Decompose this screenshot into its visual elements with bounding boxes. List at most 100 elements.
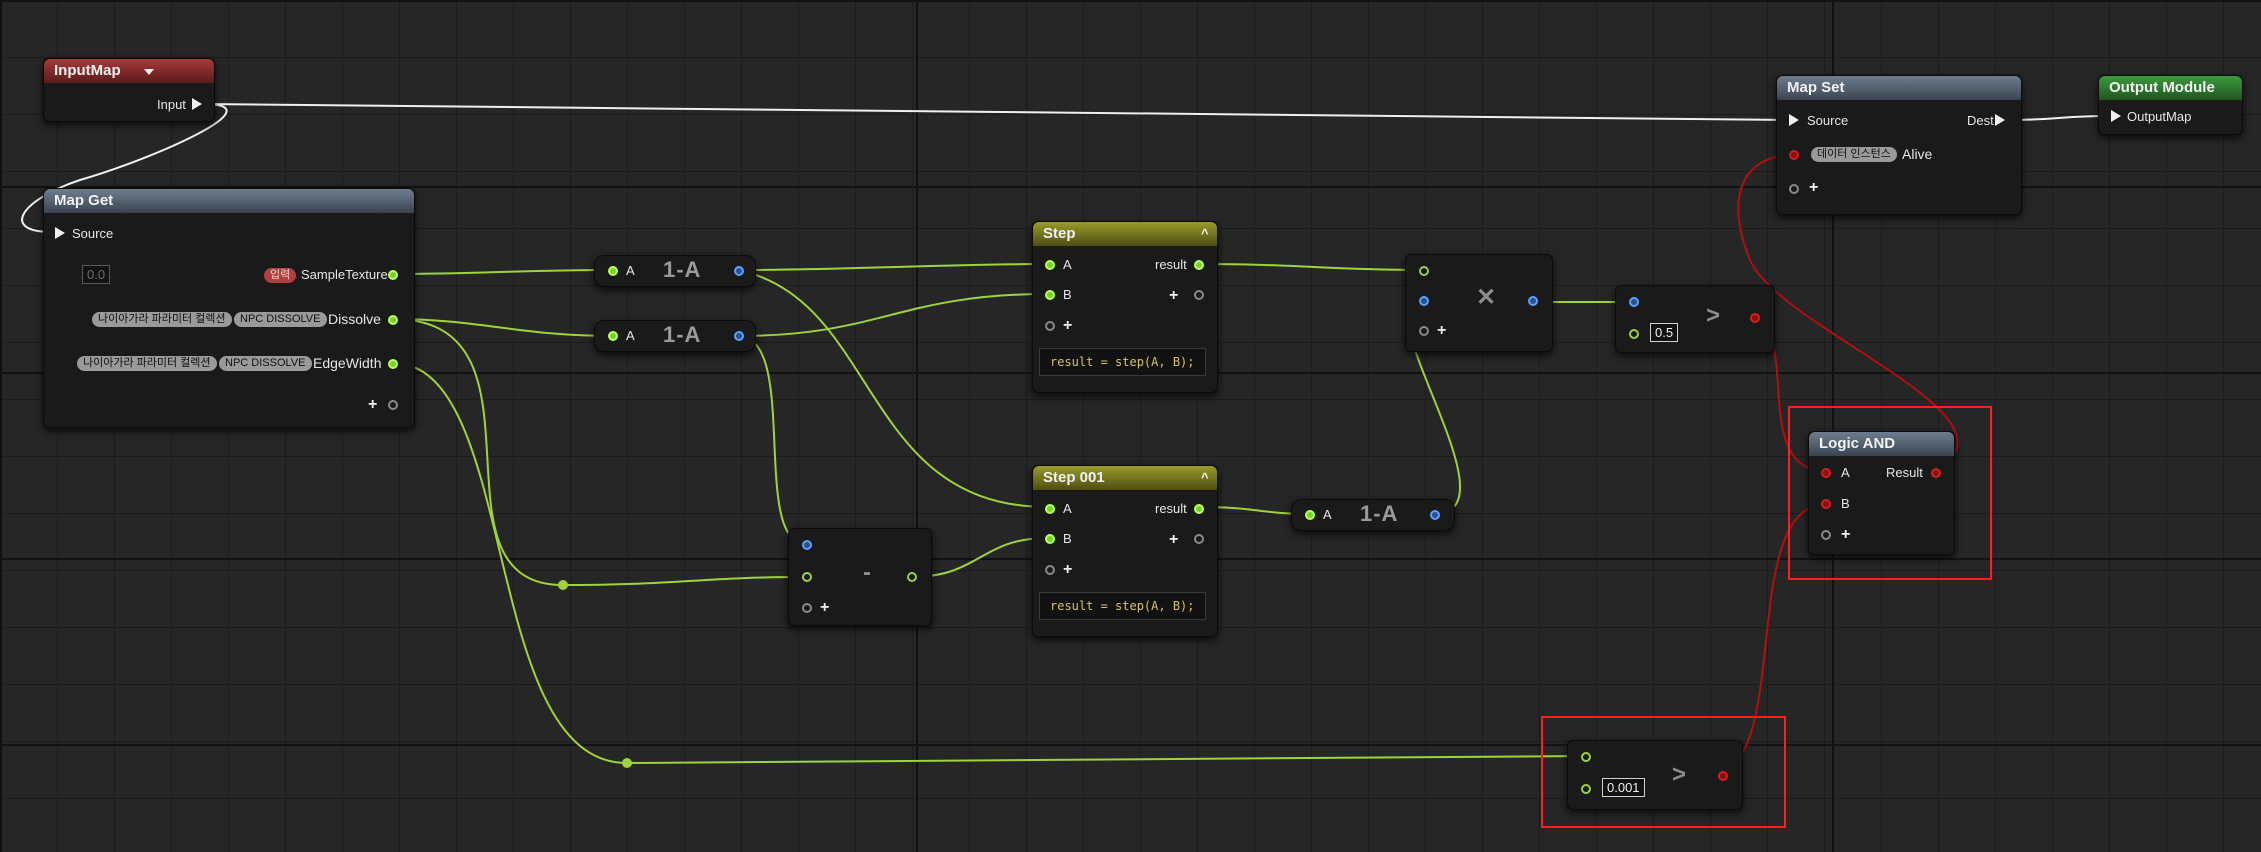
add-output-icon[interactable]: +	[1169, 532, 1178, 548]
out-pin[interactable]	[1430, 510, 1440, 520]
add-input-icon[interactable]: +	[1063, 562, 1072, 578]
add-input-icon[interactable]: +	[1809, 180, 1818, 196]
greater-node-2[interactable]: 0.001 >	[1567, 740, 1743, 810]
add-output-pin[interactable]	[1194, 534, 1204, 544]
wire-sampletexture-to-oneminus1	[392, 269, 613, 275]
step-result-label: result	[1155, 257, 1187, 272]
wire-reroute1-to-subtract	[562, 576, 807, 586]
a-label: A	[1323, 507, 1332, 522]
wire-oneminus1-to-step-a	[737, 263, 1049, 271]
multiply-out-pin[interactable]	[1528, 296, 1538, 306]
dest-label: Dest	[1967, 113, 1994, 128]
mapget-node[interactable]: Map Get Source 0.0 입력 SampleTexture 나이아가…	[43, 188, 415, 428]
greater2-b-in-pin[interactable]	[1581, 784, 1591, 794]
greater1-value-field[interactable]: 0.5	[1650, 323, 1679, 342]
multiply-node[interactable]: ✕ +	[1405, 254, 1553, 352]
add-input-pin[interactable]	[1045, 565, 1055, 575]
multiply-a-in-pin[interactable]	[1419, 296, 1429, 306]
mapset-node[interactable]: Map Set Source Dest 데이터 인스턴스 Alive +	[1776, 75, 2022, 215]
alive-label: Alive	[1902, 146, 1933, 162]
output-module-node[interactable]: Output Module OutputMap	[2098, 75, 2243, 135]
step-node[interactable]: Step ^ A result B + + result = step(A, B…	[1032, 221, 1218, 393]
a-label: A	[626, 328, 635, 343]
add-input-icon[interactable]: +	[1841, 527, 1850, 543]
greater2-value-field[interactable]: 0.001	[1602, 778, 1645, 797]
a-in-pin[interactable]	[608, 266, 618, 276]
step-a-in-pin[interactable]	[1045, 260, 1055, 270]
add-input-pin[interactable]	[1789, 184, 1799, 194]
subtract-out-pin[interactable]	[907, 572, 917, 582]
mapget-title: Map Get	[44, 189, 414, 213]
logic-and-node[interactable]: Logic AND A Result B +	[1808, 431, 1955, 555]
key-value-field[interactable]: 0.0	[82, 265, 111, 284]
source-exec-pin-icon[interactable]	[1789, 114, 1799, 126]
edgewidth-label: EdgeWidth	[313, 355, 382, 371]
greater2-out-pin[interactable]	[1718, 771, 1728, 781]
out-pin[interactable]	[734, 266, 744, 276]
dest-exec-pin-icon[interactable]	[1995, 114, 2005, 126]
add-output-pin[interactable]	[1194, 290, 1204, 300]
subtract-a-in-pin[interactable]	[802, 572, 812, 582]
wire-oneminus1-to-step001-a	[737, 269, 1049, 508]
out-pin[interactable]	[734, 331, 744, 341]
and-result-out-pin[interactable]	[1931, 468, 1941, 478]
subtract-node[interactable]: - +	[788, 528, 932, 626]
add-input-pin[interactable]	[1045, 321, 1055, 331]
outputmap-label: OutputMap	[2127, 109, 2192, 124]
multiply-op: ✕	[1476, 284, 1497, 311]
dissolve-out-pin[interactable]	[388, 315, 398, 325]
add-input-pin[interactable]	[1419, 326, 1429, 336]
inputmap-node[interactable]: InputMap Input	[43, 58, 215, 122]
wire-dissolve-to-reroute1	[392, 318, 564, 586]
one-minus-op: 1-A	[663, 322, 702, 347]
step-b-in-pin[interactable]	[1045, 290, 1055, 300]
a-in-pin[interactable]	[608, 331, 618, 341]
and-result-label: Result	[1886, 465, 1923, 480]
add-input-pin[interactable]	[1821, 530, 1831, 540]
exec-out-pin-icon[interactable]	[192, 98, 202, 110]
step-001-node[interactable]: Step 001 ^ A result B + + result = step(…	[1032, 465, 1218, 637]
add-input-pin[interactable]	[802, 603, 812, 613]
step001-b-label: B	[1063, 531, 1072, 546]
sampletexture-out-pin[interactable]	[388, 270, 398, 280]
outputmap-exec-pin-icon[interactable]	[2111, 110, 2121, 122]
add-pin-out[interactable]	[388, 400, 398, 410]
add-input-icon[interactable]: +	[1437, 323, 1446, 339]
greater1-b-in-pin[interactable]	[1629, 329, 1639, 339]
greater-node-1[interactable]: 0.5 >	[1615, 285, 1775, 353]
step-result-out-pin[interactable]	[1194, 260, 1204, 270]
source-exec-pin-icon[interactable]	[55, 227, 65, 239]
inputmap-title: InputMap	[44, 59, 214, 83]
subtract-top-in-pin[interactable]	[802, 540, 812, 550]
step001-result-out-pin[interactable]	[1194, 504, 1204, 514]
chevron-down-icon[interactable]	[144, 69, 154, 75]
logic-and-title: Logic AND	[1809, 432, 1954, 456]
edgewidth-out-pin[interactable]	[388, 359, 398, 369]
step001-code: result = step(A, B);	[1039, 592, 1206, 620]
one-minus-node-3[interactable]: A 1-A	[1291, 499, 1455, 531]
step001-title-text: Step 001	[1043, 469, 1105, 486]
add-pin-icon[interactable]: +	[368, 397, 377, 413]
add-output-icon[interactable]: +	[1169, 288, 1178, 304]
one-minus-op: 1-A	[663, 257, 702, 282]
collapse-icon[interactable]: ^	[1201, 222, 1209, 246]
subtract-op: -	[863, 559, 871, 586]
multiply-top-in-pin[interactable]	[1419, 266, 1429, 276]
collapse-icon[interactable]: ^	[1201, 466, 1209, 490]
and-a-label: A	[1841, 465, 1850, 480]
greater1-a-in-pin[interactable]	[1629, 297, 1639, 307]
and-b-in-pin[interactable]	[1821, 499, 1831, 509]
greater2-a-in-pin[interactable]	[1581, 752, 1591, 762]
a-in-pin[interactable]	[1305, 510, 1315, 520]
and-a-in-pin[interactable]	[1821, 468, 1831, 478]
greater1-out-pin[interactable]	[1750, 313, 1760, 323]
step001-title: Step 001 ^	[1033, 466, 1217, 490]
step001-b-in-pin[interactable]	[1045, 534, 1055, 544]
alive-in-pin[interactable]	[1789, 150, 1799, 160]
step001-a-in-pin[interactable]	[1045, 504, 1055, 514]
add-input-icon[interactable]: +	[1063, 318, 1072, 334]
one-minus-node-1[interactable]: A 1-A	[594, 255, 756, 287]
one-minus-node-2[interactable]: A 1-A	[594, 320, 756, 352]
add-input-icon[interactable]: +	[820, 600, 829, 616]
step-title-text: Step	[1043, 225, 1076, 242]
